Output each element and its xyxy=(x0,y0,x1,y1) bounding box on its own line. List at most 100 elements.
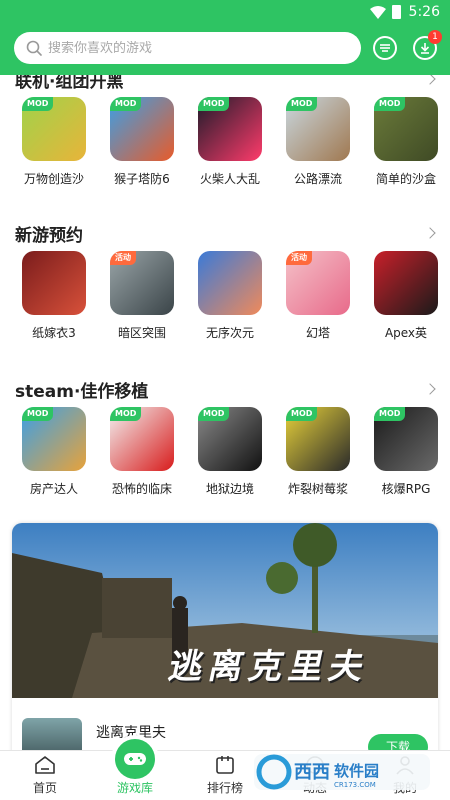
svg-text:西西: 西西 xyxy=(294,762,330,783)
nav-home[interactable]: 首页 xyxy=(0,751,90,800)
banner-overlay-title: 逃离克里夫 xyxy=(165,647,374,687)
game-name: 简单的沙盒 xyxy=(375,172,436,186)
game-name: 万物创造沙 xyxy=(23,172,84,186)
game-row: 纸嫁衣3 活动暗区突围 无序次元 活动幻塔 Apex英 xyxy=(0,251,450,341)
game-name: 幻塔 xyxy=(305,326,330,340)
nav-label: 首页 xyxy=(32,781,57,795)
download-game-button[interactable]: 下载 xyxy=(368,734,428,750)
game-icon xyxy=(22,251,86,315)
game-name: 无序次元 xyxy=(205,326,254,340)
game-name: 公路漂流 xyxy=(293,172,342,186)
game-item[interactable]: MOD 火柴人大乱 xyxy=(186,97,274,187)
mod-tag: MOD xyxy=(374,97,406,111)
site-watermark-logo: 西西 软件园 CR173.COM xyxy=(254,752,430,792)
game-name: 房产达人 xyxy=(29,482,78,496)
featured-game-card[interactable]: 逃离克里夫 逃离克里夫 下载 xyxy=(12,523,438,750)
wifi-icon xyxy=(369,5,386,19)
game-icon: MOD xyxy=(22,407,86,471)
game-item[interactable]: MOD 核爆RPG xyxy=(362,407,450,497)
search-input[interactable] xyxy=(48,40,338,56)
section-new-preorder: 新游预约 纸嫁衣3 活动暗区突围 无序次元 活动幻塔 Apex英 xyxy=(0,215,450,341)
mod-tag: MOD xyxy=(22,97,54,111)
game-icon: 活动 xyxy=(110,251,174,315)
game-item[interactable]: 纸嫁衣3 xyxy=(10,251,98,341)
search-icon xyxy=(26,40,42,56)
game-item[interactable]: MOD 万物创造沙 xyxy=(10,97,98,187)
game-icon: 活动 xyxy=(286,251,350,315)
nav-label: 排行榜 xyxy=(206,781,243,795)
section-online-coop: 联机·组团开黑 MOD 万物创造沙 MOD 猴子塔防6 MOD 火柴人大乱 MOD 公路… xyxy=(0,75,450,187)
game-item[interactable]: MOD 恐怖的临床 xyxy=(98,407,186,497)
game-item[interactable]: Apex英 xyxy=(362,251,450,341)
game-icon xyxy=(198,251,262,315)
game-name: 炸裂树莓浆 xyxy=(287,482,348,496)
app-header: 5:26 1 xyxy=(0,0,450,75)
featured-game-image: 逃离克里夫 xyxy=(12,523,438,698)
game-name: 核爆RPG xyxy=(381,482,431,496)
mod-tag: MOD xyxy=(286,97,318,111)
mod-tag: MOD xyxy=(198,407,230,421)
svg-text:软件园: 软件园 xyxy=(334,762,379,780)
home-icon xyxy=(35,756,55,774)
game-name: 火柴人大乱 xyxy=(199,172,260,186)
game-icon: MOD xyxy=(22,97,86,161)
mod-tag: MOD xyxy=(374,407,406,421)
game-icon: MOD xyxy=(374,97,438,161)
activity-tag: 活动 xyxy=(286,251,312,265)
message-icon xyxy=(380,44,391,52)
featured-game-thumbnail xyxy=(22,718,82,750)
message-button[interactable] xyxy=(373,36,398,60)
chevron-right-icon[interactable] xyxy=(424,383,436,395)
game-item[interactable]: MOD 房产达人 xyxy=(10,407,98,497)
section-title: steam·佳作移植 xyxy=(15,381,149,402)
game-icon: MOD xyxy=(374,407,438,471)
nav-label: 游戏库 xyxy=(116,781,153,795)
mod-tag: MOD xyxy=(22,407,54,421)
game-name: 暗区突围 xyxy=(117,326,166,340)
game-library-content: 联机·组团开黑 MOD 万物创造沙 MOD 猴子塔防6 MOD 火柴人大乱 MOD 公路… xyxy=(0,75,450,750)
game-item[interactable]: 活动幻塔 xyxy=(274,251,362,341)
game-icon: MOD xyxy=(110,97,174,161)
mod-tag: MOD xyxy=(110,97,142,111)
game-name: 恐怖的临床 xyxy=(111,482,172,496)
game-row: MOD 万物创造沙 MOD 猴子塔防6 MOD 火柴人大乱 MOD 公路漂流 MOD 简单… xyxy=(0,97,450,187)
activity-tag: 活动 xyxy=(110,251,136,265)
game-icon: MOD xyxy=(198,407,262,471)
game-item[interactable]: MOD 简单的沙盒 xyxy=(362,97,450,187)
game-item[interactable]: MOD 地狱边境 xyxy=(186,407,274,497)
game-item[interactable]: MOD 炸裂树莓浆 xyxy=(274,407,362,497)
game-icon: MOD xyxy=(286,407,350,471)
status-bar: 5:26 xyxy=(0,0,450,24)
game-name: 地狱边境 xyxy=(205,482,254,496)
game-icon xyxy=(374,251,438,315)
status-time: 5:26 xyxy=(408,4,440,20)
section-title: 新游预约 xyxy=(15,225,83,246)
game-icon: MOD xyxy=(286,97,350,161)
battery-icon xyxy=(391,5,401,19)
game-item[interactable]: 无序次元 xyxy=(186,251,274,341)
chevron-right-icon[interactable] xyxy=(424,75,436,85)
mod-tag: MOD xyxy=(286,407,318,421)
chevron-right-icon[interactable] xyxy=(424,227,436,239)
search-bar[interactable] xyxy=(14,32,362,64)
section-title: 联机·组团开黑 xyxy=(15,75,124,92)
game-name: Apex英 xyxy=(384,326,428,340)
rank-icon xyxy=(216,756,234,774)
download-icon xyxy=(421,43,430,54)
game-icon: MOD xyxy=(110,407,174,471)
mod-tag: MOD xyxy=(110,407,142,421)
mod-tag: MOD xyxy=(198,97,230,111)
game-name: 纸嫁衣3 xyxy=(32,326,76,340)
nav-game-library[interactable]: 游戏库 xyxy=(90,739,180,800)
gamepad-icon xyxy=(115,739,155,779)
game-item[interactable]: MOD 公路漂流 xyxy=(274,97,362,187)
game-item[interactable]: MOD 猴子塔防6 xyxy=(98,97,186,187)
game-name: 猴子塔防6 xyxy=(114,172,170,186)
download-badge: 1 xyxy=(428,30,442,44)
download-button[interactable]: 1 xyxy=(413,30,442,60)
svg-text:CR173.COM: CR173.COM xyxy=(334,781,376,789)
section-steam-ports: steam·佳作移植 MOD 房产达人 MOD 恐怖的临床 MOD 地狱边境 MOD 炸… xyxy=(0,371,450,497)
game-item[interactable]: 活动暗区突围 xyxy=(98,251,186,341)
game-row: MOD 房产达人 MOD 恐怖的临床 MOD 地狱边境 MOD 炸裂树莓浆 MOD 核爆R… xyxy=(0,407,450,497)
game-icon: MOD xyxy=(198,97,262,161)
